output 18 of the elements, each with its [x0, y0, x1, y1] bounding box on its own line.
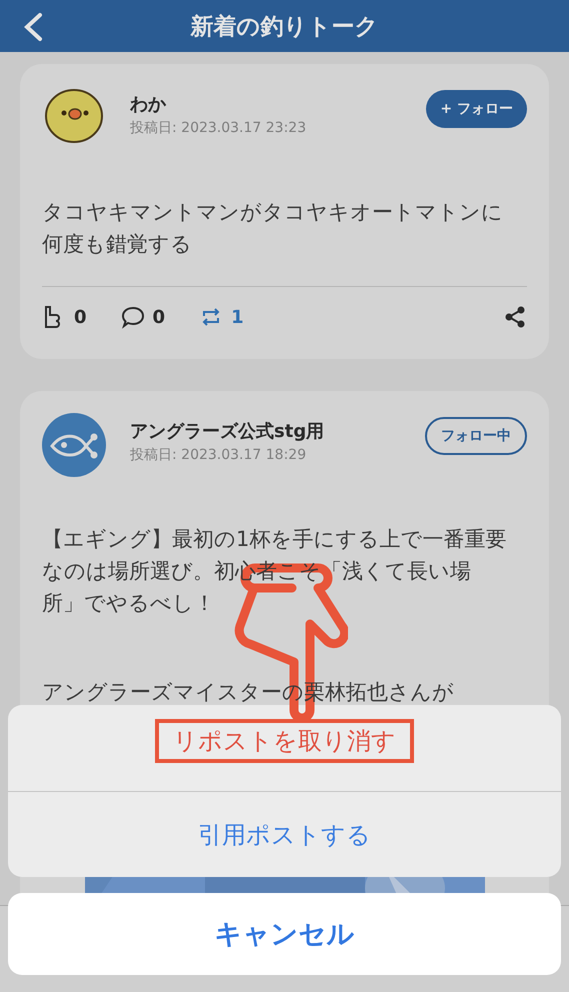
follow-button[interactable]: フォロー中	[425, 417, 527, 455]
like-count: 0	[74, 306, 87, 328]
back-icon[interactable]	[22, 12, 44, 42]
undo-repost-button[interactable]: リポストを取り消す	[155, 719, 414, 763]
post-date: 投稿日: 2023.03.17 23:23	[130, 119, 308, 137]
comment-icon[interactable]	[120, 305, 145, 329]
share-icon[interactable]	[503, 305, 527, 329]
screen-title: 新着の釣りトーク	[190, 12, 378, 42]
author-name: わか	[130, 93, 167, 116]
post-text: タコヤキマントマンがタコヤキオートマトンに何度も錯覚する	[42, 199, 504, 258]
repost-count: 1	[231, 306, 244, 328]
follow-button[interactable]: + フォロー	[426, 90, 527, 128]
comment-count: 0	[152, 306, 166, 328]
fish-avatar-icon	[42, 413, 106, 477]
post-date: 投稿日: 2023.03.17 18:29	[130, 446, 308, 464]
quote-post-button[interactable]: 引用ポストする	[8, 791, 561, 877]
cancel-button[interactable]: キャンセル	[8, 893, 561, 975]
author-name: アングラーズ公式stg用	[130, 420, 326, 443]
